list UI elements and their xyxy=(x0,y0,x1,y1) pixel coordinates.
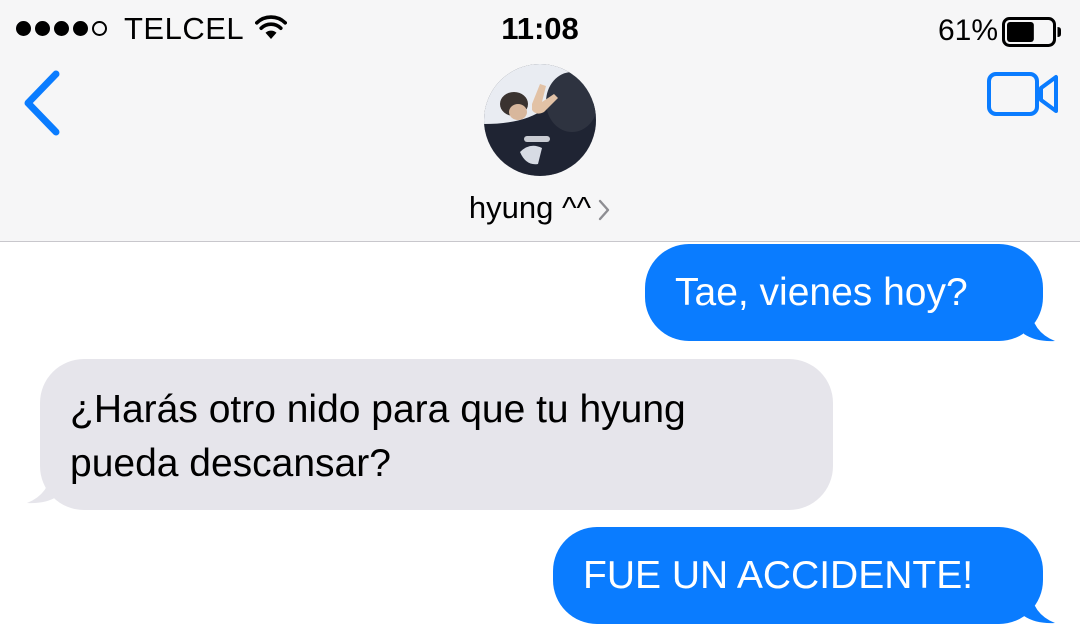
chat-screen: TELCEL 11:08 61% hyung ^^ Tae, vienes ho… xyxy=(0,0,1080,633)
back-button[interactable] xyxy=(18,68,66,138)
header: TELCEL 11:08 61% hyung ^^ xyxy=(0,0,1080,242)
chevron-left-icon xyxy=(24,70,60,136)
contact-name-button[interactable]: hyung ^^ xyxy=(0,190,1080,226)
message-bubble-sent[interactable]: Tae, vienes hoy? xyxy=(645,244,1043,341)
contact-avatar[interactable] xyxy=(484,64,596,176)
battery-percentage: 61% xyxy=(937,14,998,47)
status-time: 11:08 xyxy=(501,11,579,46)
avatar-photo xyxy=(484,64,596,176)
message-bubble-received[interactable]: ¿Harás otro nido para que tu hyung pueda… xyxy=(40,359,833,510)
video-call-button[interactable] xyxy=(986,70,1060,118)
video-camera-icon xyxy=(987,72,1058,116)
contact-name: hyung ^^ xyxy=(468,190,592,225)
status-bar: TELCEL 11:08 61% xyxy=(0,0,1080,58)
battery-icon xyxy=(1002,17,1061,47)
chevron-right-icon xyxy=(598,199,610,221)
message-bubble-sent[interactable]: FUE UN ACCIDENTE! xyxy=(553,527,1043,624)
